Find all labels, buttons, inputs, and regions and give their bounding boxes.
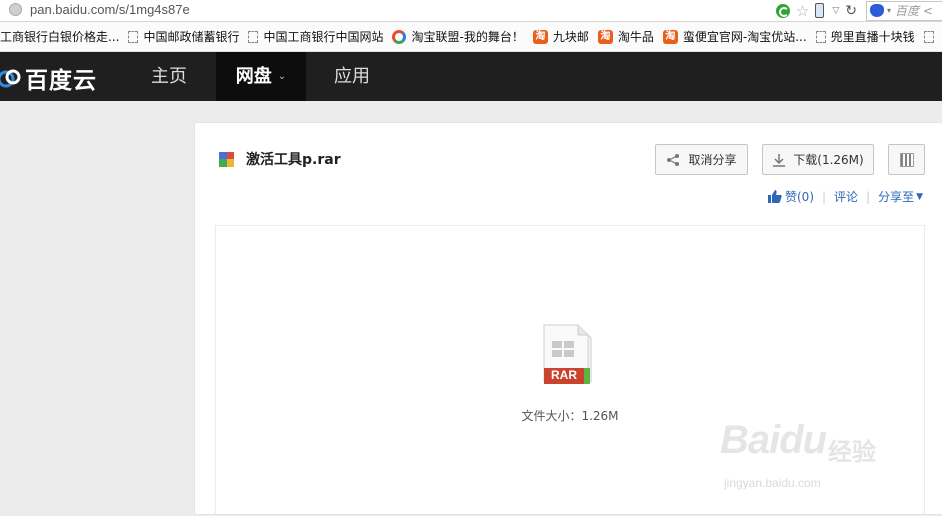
share-to-link[interactable]: 分享至 (878, 188, 914, 205)
baidu-cloud-icon (0, 69, 21, 88)
chevron-down-icon[interactable]: ▼ (916, 192, 923, 202)
download-button[interactable]: 下载(1.26M) (762, 144, 874, 175)
address-toolbar: ☆ ▽ ↻ ▾ 百度 < (775, 0, 942, 21)
bookmark-label: 淘宝联盟-我的舞台！ (411, 30, 524, 44)
taobao-icon: 淘 (662, 29, 678, 44)
address-url[interactable]: pan.baidu.com/s/1mg4s87e (30, 1, 190, 19)
bookmark-item[interactable]: 淘 九块邮 (532, 28, 589, 45)
nav-netdisk-label: 网盘 (235, 66, 272, 87)
cancel-share-label: 取消分享 (688, 153, 737, 167)
nav-item-netdisk[interactable]: 网盘 ⌄ (216, 52, 306, 101)
bookmarks-bar: 工商银行白银价格走... 中国邮政储蓄银行 中国工商银行中国网站 淘宝联盟-我的… (0, 22, 942, 52)
page-icon (815, 30, 826, 43)
file-preview-area: RAR 文件大小：1.26M (215, 225, 925, 516)
bookmark-item[interactable]: 兜里直播十块钱 (815, 28, 915, 45)
bookmark-label: 中国邮政储蓄银行 (143, 30, 240, 44)
bookmark-label: 中国工商银行中国网站 (263, 30, 384, 44)
rar-file-icon (219, 151, 234, 167)
file-name: 激活工具p.rar (246, 152, 341, 168)
refresh-icon[interactable]: ↻ (845, 3, 857, 19)
taobao-union-icon (392, 29, 407, 44)
share-card: 激活工具p.rar 取消分享 下载(1.26M) 赞(0) | 评论 | 分享至… (194, 122, 942, 516)
taobao-icon: 淘 (597, 29, 613, 44)
nav-home-label: 主页 (151, 66, 187, 87)
paw-icon[interactable] (870, 4, 884, 17)
chevron-down-icon: ⌄ (277, 71, 287, 82)
dropdown-icon[interactable]: ▽ (832, 6, 839, 16)
top-navigation: 百度云 主页 网盘 ⌄ 应用 (0, 52, 942, 101)
nav-apps-label: 应用 (334, 66, 370, 87)
download-icon (773, 153, 786, 167)
bookmark-item[interactable]: 中国工商银行中国网站 (248, 28, 383, 45)
bookmark-item[interactable]: 中国邮政储蓄银行 (128, 28, 239, 45)
phone-icon[interactable] (815, 3, 825, 18)
bookmark-label: 九块邮 (552, 30, 589, 44)
cancel-share-button[interactable]: 取消分享 (655, 144, 748, 175)
bookmark-label: 蛮便宜官网-淘宝优站... (682, 30, 807, 44)
like-link[interactable]: 赞(0) (785, 188, 814, 205)
baidu-cloud-logo[interactable]: 百度云 (0, 61, 97, 95)
page-icon (923, 30, 934, 43)
file-size: 文件大小：1.26M (521, 409, 619, 423)
bookmark-label: 工商银行白银价格走... (0, 30, 120, 44)
bookmark-item[interactable]: 工商银行白银价格走... (0, 28, 119, 45)
search-input[interactable]: 百度 < (895, 2, 933, 19)
go-icon[interactable] (775, 3, 790, 18)
search-engine-dropdown-icon[interactable]: ▾ (887, 6, 891, 15)
divider: | (822, 189, 827, 204)
qr-code-icon (899, 152, 914, 167)
logo-text: 百度云 (25, 68, 97, 94)
bookmark-item[interactable] (923, 30, 939, 43)
social-actions: 赞(0) | 评论 | 分享至 ▼ (768, 188, 923, 205)
bookmark-label: 兜里直播十块钱 (830, 30, 915, 44)
page-icon (128, 30, 139, 43)
address-bar: pan.baidu.com/s/1mg4s87e ☆ ▽ ↻ ▾ 百度 < (0, 0, 942, 22)
share-icon (667, 153, 680, 166)
qr-code-button[interactable] (888, 144, 925, 175)
page-icon (248, 30, 259, 43)
bookmark-label: 淘牛品 (617, 30, 654, 44)
bookmark-item[interactable]: 淘 蛮便宜官网-淘宝优站... (662, 28, 807, 45)
comment-link[interactable]: 评论 (834, 188, 858, 205)
rar-type-badge: RAR (551, 368, 577, 382)
thumbs-up-icon[interactable] (768, 190, 782, 203)
globe-icon (9, 3, 22, 16)
file-title: 激活工具p.rar (219, 149, 341, 169)
bookmark-item[interactable]: 淘 淘牛品 (597, 28, 654, 45)
star-icon[interactable]: ☆ (796, 2, 809, 20)
search-box[interactable]: ▾ 百度 < (866, 0, 942, 21)
nav-item-home[interactable]: 主页 (133, 52, 205, 101)
divider: | (866, 189, 871, 204)
download-label: 下载(1.26M) (793, 153, 864, 167)
bookmark-item[interactable]: 淘宝联盟-我的舞台！ (392, 28, 524, 45)
taobao-icon: 淘 (532, 29, 548, 44)
nav-item-apps[interactable]: 应用 (316, 52, 388, 101)
